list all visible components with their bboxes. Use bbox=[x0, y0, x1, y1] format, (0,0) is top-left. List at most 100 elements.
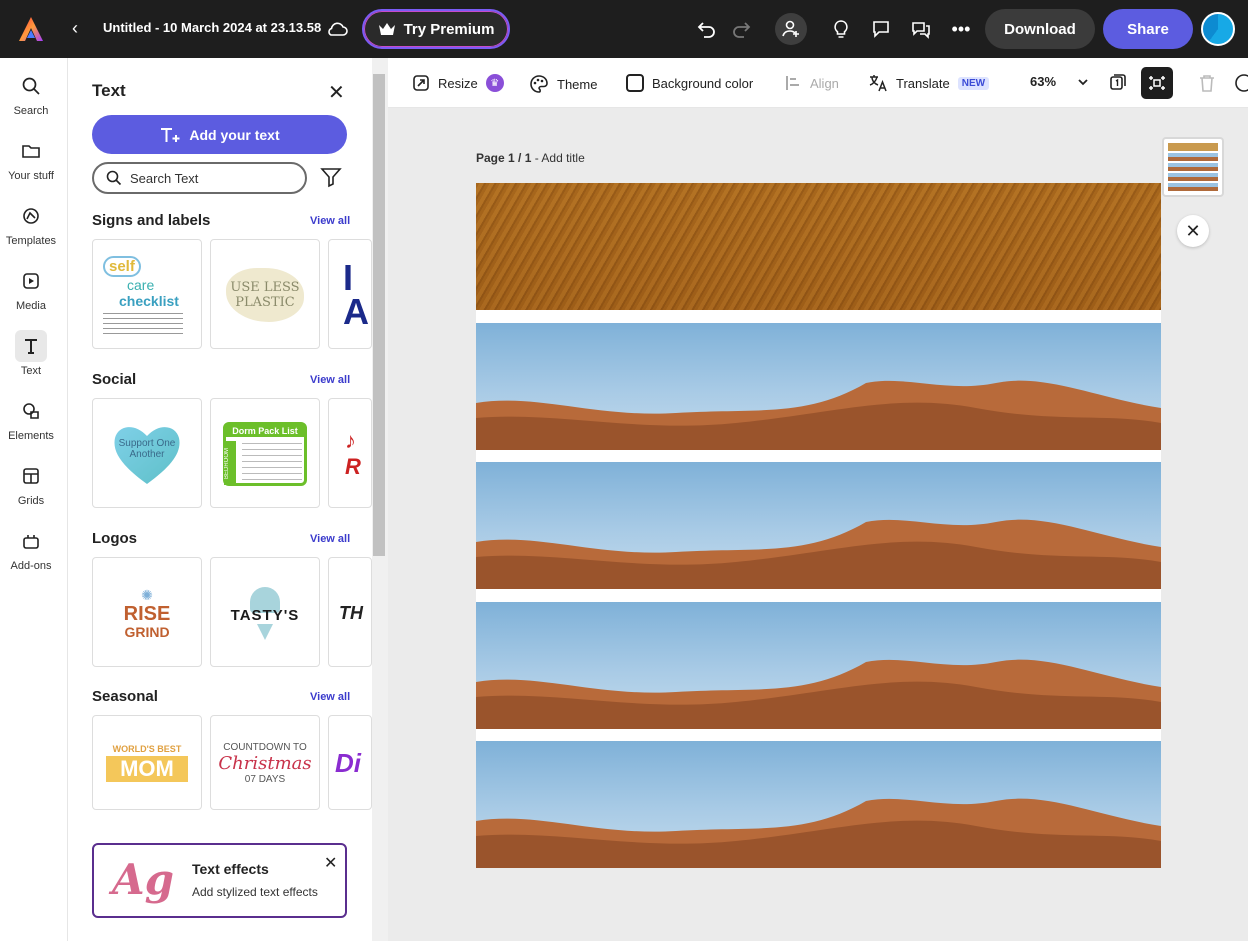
section-title-social: Social bbox=[92, 371, 137, 388]
invite-user-button[interactable] bbox=[775, 13, 807, 45]
document-title[interactable]: Untitled - 10 March 2024 at 23.13.58 bbox=[103, 20, 321, 35]
text-effects-card[interactable]: Ag Text effects Add stylized text effect… bbox=[92, 843, 347, 918]
template-thumb-support[interactable]: Support One Another bbox=[92, 398, 202, 508]
search-input[interactable]: Search Text bbox=[92, 162, 307, 194]
background-color-button[interactable]: Background color bbox=[626, 74, 753, 92]
design-page[interactable] bbox=[476, 183, 1161, 868]
align-icon bbox=[786, 76, 799, 90]
align-button[interactable]: Align bbox=[784, 74, 839, 92]
share-button[interactable]: Share bbox=[1103, 9, 1193, 49]
trash-icon[interactable] bbox=[1198, 73, 1216, 93]
theme-button[interactable]: Theme bbox=[529, 74, 597, 94]
desert-dunes-image[interactable] bbox=[476, 741, 1161, 868]
add-title-link[interactable]: Add title bbox=[541, 151, 584, 165]
app-logo-icon[interactable] bbox=[18, 16, 44, 42]
template-thumb-partial[interactable]: Di bbox=[328, 715, 372, 810]
rail-item-templates[interactable]: Templates bbox=[0, 200, 62, 247]
review-icon[interactable] bbox=[907, 15, 935, 43]
add-user-icon bbox=[782, 20, 799, 37]
thumb-text: TASTY'S bbox=[230, 606, 300, 624]
gold-texture-image[interactable] bbox=[476, 183, 1161, 310]
avatar[interactable] bbox=[1201, 12, 1235, 46]
thumb-lines bbox=[103, 312, 183, 335]
rail-item-label: Text bbox=[20, 365, 42, 377]
template-thumb-christmas[interactable]: COUNTDOWN TO Christmas 07 DAYS bbox=[210, 715, 320, 810]
download-button[interactable]: Download bbox=[985, 9, 1095, 49]
pages-icon[interactable] bbox=[1108, 72, 1128, 92]
filter-icon[interactable] bbox=[320, 166, 342, 188]
close-icon[interactable]: ✕ bbox=[328, 80, 345, 105]
template-thumb-selfcare[interactable]: self care checklist bbox=[92, 239, 202, 349]
layout-toggle-button[interactable] bbox=[1141, 67, 1173, 99]
rail-item-add-ons[interactable]: Add-ons bbox=[0, 525, 62, 572]
thumb-text: COUNTDOWN TO bbox=[223, 741, 307, 753]
thumb-text: MOM bbox=[106, 756, 188, 782]
rail-item-grids[interactable]: Grids bbox=[0, 460, 62, 507]
template-thumb-plastic[interactable]: USE LESS PLASTIC bbox=[210, 239, 320, 349]
panel-title: Text bbox=[92, 81, 126, 100]
cone-shape bbox=[257, 623, 273, 640]
rail-item-media[interactable]: Media bbox=[0, 265, 62, 312]
resize-button[interactable]: Resize ♛ bbox=[412, 74, 504, 92]
zoom-dropdown[interactable]: 63% bbox=[1030, 74, 1090, 89]
lightbulb-icon[interactable] bbox=[827, 15, 855, 43]
template-thumb-partial[interactable]: TH bbox=[328, 557, 372, 667]
template-thumb-mom[interactable]: WORLD'S BEST MOM bbox=[92, 715, 202, 810]
template-thumb-rise[interactable]: ✺ RISE GRIND bbox=[92, 557, 202, 667]
desert-dunes-image[interactable] bbox=[476, 323, 1161, 450]
desert-dunes-image[interactable] bbox=[476, 462, 1161, 589]
translate-button[interactable]: Translate NEW bbox=[868, 74, 990, 92]
try-premium-label: Try Premium bbox=[403, 20, 495, 38]
view-all-link-social[interactable]: View all bbox=[310, 374, 350, 386]
page-label[interactable]: Page 1 / 1 - Add title bbox=[476, 151, 585, 165]
cloud-sync-icon[interactable] bbox=[325, 17, 349, 41]
page-number: Page 1 / 1 bbox=[476, 151, 532, 165]
search-icon bbox=[15, 70, 47, 102]
view-all-link-seasonal[interactable]: View all bbox=[310, 691, 350, 703]
add-your-text-button[interactable]: Add your text bbox=[92, 115, 347, 154]
close-icon[interactable]: ✕ bbox=[324, 853, 337, 873]
section-title-signs: Signs and labels bbox=[92, 212, 211, 229]
templates-icon bbox=[15, 200, 47, 232]
rail-item-text[interactable]: Text bbox=[0, 330, 62, 377]
view-all-link-signs[interactable]: View all bbox=[310, 215, 350, 227]
thumb-dune-strip bbox=[1168, 153, 1218, 161]
rail-item-label: Media bbox=[16, 300, 46, 312]
text-effects-glyph: Ag bbox=[112, 855, 174, 904]
dorm-card: Dorm Pack List BEDROOM bbox=[223, 422, 307, 486]
text-panel: Text ✕ Add your text Search Text Signs a… bbox=[68, 58, 372, 941]
template-thumb-dorm[interactable]: Dorm Pack List BEDROOM bbox=[210, 398, 320, 508]
more-options-icon[interactable]: ••• bbox=[947, 15, 975, 43]
more-circle-icon[interactable] bbox=[1234, 73, 1248, 93]
comment-icon[interactable] bbox=[867, 15, 895, 43]
thumb-text: self bbox=[103, 255, 141, 277]
zoom-level: 63% bbox=[1030, 74, 1057, 89]
rail-item-elements[interactable]: Elements bbox=[0, 395, 62, 442]
palette-icon bbox=[530, 75, 548, 93]
undo-icon[interactable] bbox=[693, 15, 721, 43]
template-thumb-partial[interactable]: ♪ R bbox=[328, 398, 372, 508]
rail-item-search[interactable]: Search bbox=[0, 70, 62, 117]
template-thumb-partial[interactable]: IA bbox=[328, 239, 372, 349]
media-icon bbox=[15, 265, 47, 297]
search-icon bbox=[106, 170, 122, 186]
desert-dunes-image[interactable] bbox=[476, 602, 1161, 729]
redo-icon[interactable] bbox=[727, 15, 755, 43]
template-thumb-tasty[interactable]: TASTY'S bbox=[210, 557, 320, 667]
try-premium-button[interactable]: Try Premium bbox=[362, 9, 510, 49]
theme-label: Theme bbox=[557, 76, 598, 92]
page-thumbnail[interactable] bbox=[1162, 137, 1224, 197]
layers-icon bbox=[1149, 76, 1165, 90]
close-thumbnails-button[interactable]: ✕ bbox=[1177, 215, 1209, 247]
text-effects-subtitle: Add stylized text effects bbox=[192, 885, 318, 899]
text-effects-title: Text effects bbox=[192, 861, 269, 877]
back-chevron-icon[interactable]: ‹ bbox=[72, 18, 78, 39]
rail-item-label: Your stuff bbox=[8, 170, 54, 182]
rail-item-your-stuff[interactable]: Your stuff bbox=[0, 135, 62, 182]
translate-label: Translate bbox=[896, 75, 950, 91]
rail-item-label: Elements bbox=[8, 430, 54, 442]
scrollbar-thumb[interactable] bbox=[373, 74, 385, 556]
resize-icon bbox=[413, 75, 429, 91]
thumb-text: GRIND bbox=[124, 623, 170, 640]
view-all-link-logos[interactable]: View all bbox=[310, 533, 350, 545]
